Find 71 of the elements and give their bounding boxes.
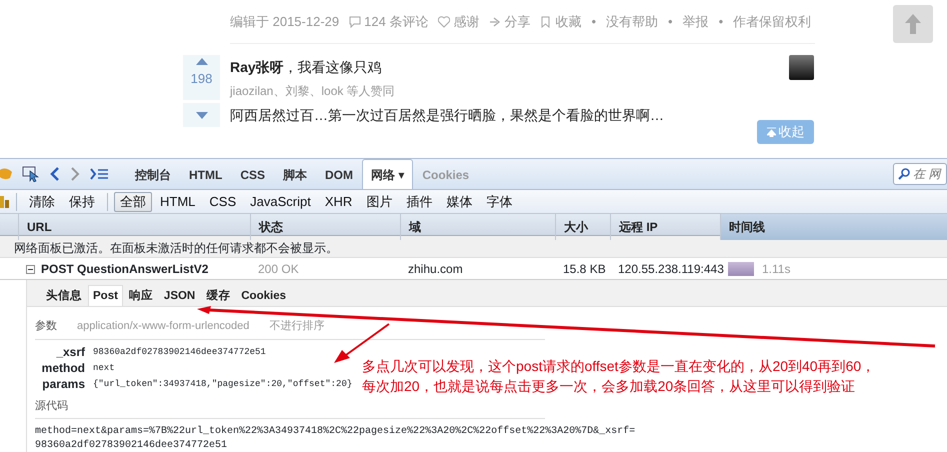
separator-dot: •	[591, 13, 596, 31]
filter-tab[interactable]: JavaScript	[244, 192, 317, 212]
triangle-down-icon	[196, 112, 208, 118]
param-value: 98360a2df02783902146dee374772e51	[93, 346, 266, 358]
source-line: method=next&params=%7B%22url_token%22%3A34937418%2C%22pagesize%22%3A20%2C%22offset%22%3A20%7D&_xsrf=	[35, 425, 636, 439]
column-header[interactable]: 时间线	[720, 214, 947, 240]
filter-tab[interactable]: 图片	[360, 192, 398, 212]
filter-tab[interactable]: XHR	[318, 192, 358, 212]
detail-tab[interactable]: Post	[88, 285, 123, 306]
param-value: next	[93, 362, 115, 374]
heart-icon	[438, 16, 450, 28]
param-name: _xsrf	[55, 344, 85, 360]
collapse-toggle-icon[interactable]	[26, 264, 35, 274]
panel-tab[interactable]: HTML	[180, 159, 232, 189]
panel-tab[interactable]: 控制台	[126, 159, 180, 189]
panel-tab[interactable]: CSS	[231, 159, 274, 189]
detail-tab[interactable]: JSON	[158, 285, 200, 306]
detail-tab[interactable]: 头信息	[41, 285, 87, 306]
domain-cell-text: zhihu.com	[407, 260, 464, 278]
share-icon	[489, 16, 502, 28]
annotation-text: 多点几次可以发现，这个post请求的offset参数是一直在变化的，从20到40再到60，	[362, 357, 876, 376]
status-cell-text: 200 OK	[257, 260, 300, 278]
filter-tab[interactable]: 字体	[480, 192, 518, 212]
separator-dot: •	[668, 13, 673, 31]
filter-tab[interactable]: CSS	[203, 192, 242, 212]
param-value: {"url_token":34937418,"pagesize":20,"offset":20}	[93, 378, 352, 390]
panel-tab[interactable]: DOM	[316, 159, 362, 189]
param-name: params	[41, 376, 85, 392]
timeline-bar	[728, 262, 754, 276]
search-field[interactable]: 在 网	[893, 163, 947, 185]
filter-tab[interactable]: HTML	[154, 192, 202, 212]
request-url[interactable]: POST QuestionAnswerListV2	[41, 262, 208, 276]
size-cell-text: 15.8 KB	[562, 260, 607, 278]
xhr-icon	[0, 194, 10, 210]
separator-dot: •	[718, 13, 724, 31]
command-line-icon	[90, 168, 108, 180]
annotation-text: 每次加20，也就是说每点击更多一次，会多加载20条回答，从这里可以得到验证	[362, 377, 856, 396]
panel-tab[interactable]: 网络 ▾	[362, 159, 414, 189]
filter-tab[interactable]: 插件	[400, 192, 438, 212]
time-text: 1.11s	[762, 260, 790, 278]
up-arrow-icon	[905, 14, 921, 34]
collapse-icon	[766, 127, 776, 137]
forward-icon	[70, 167, 80, 181]
toolbar-button[interactable]: 清除	[23, 192, 61, 212]
author-bio: ，我看这像只鸡	[284, 59, 382, 75]
section-title: 源代码	[35, 398, 68, 414]
triangle-up-icon	[196, 58, 208, 65]
param-name: method	[40, 360, 85, 376]
encoding-text: application/x-www-form-urlencoded	[77, 319, 250, 334]
meta-text: 编辑于 2015-12-29	[230, 13, 340, 31]
detail-tab[interactable]: 缓存	[201, 285, 236, 306]
comment-icon	[349, 16, 362, 28]
filter-tab[interactable]: 全部	[114, 192, 152, 212]
author-link[interactable]: Ray张呀	[230, 59, 284, 75]
back-icon	[50, 167, 60, 181]
filter-tab[interactable]: 媒体	[440, 192, 478, 212]
downvote-button[interactable]	[183, 103, 220, 127]
bookmark-icon	[540, 16, 552, 28]
toolbar-button[interactable]: 保持	[63, 192, 101, 212]
detail-tab[interactable]: Cookies	[236, 285, 291, 306]
avatar	[789, 55, 814, 80]
inspect-cursor-icon	[22, 166, 40, 182]
section-title: 参数	[35, 319, 57, 334]
source-line: 98360a2df02783902146dee374772e51	[35, 439, 228, 452]
detail-tab[interactable]: 响应	[124, 285, 158, 306]
panel-tab[interactable]: 脚本	[274, 159, 316, 189]
answer-excerpt: 阿西居然过百…第一次过百居然是强行晒脸，果然是个看脸的世界啊…	[230, 106, 664, 125]
bug-icon	[0, 167, 12, 181]
notice-text: 网络面板已激活。在面板未激活时的任何请求都不会被显示。	[0, 236, 947, 258]
supporters-text: jiaozilan、刘黎、look 等人赞同	[230, 83, 395, 100]
scroll-top-button[interactable]	[893, 5, 933, 43]
